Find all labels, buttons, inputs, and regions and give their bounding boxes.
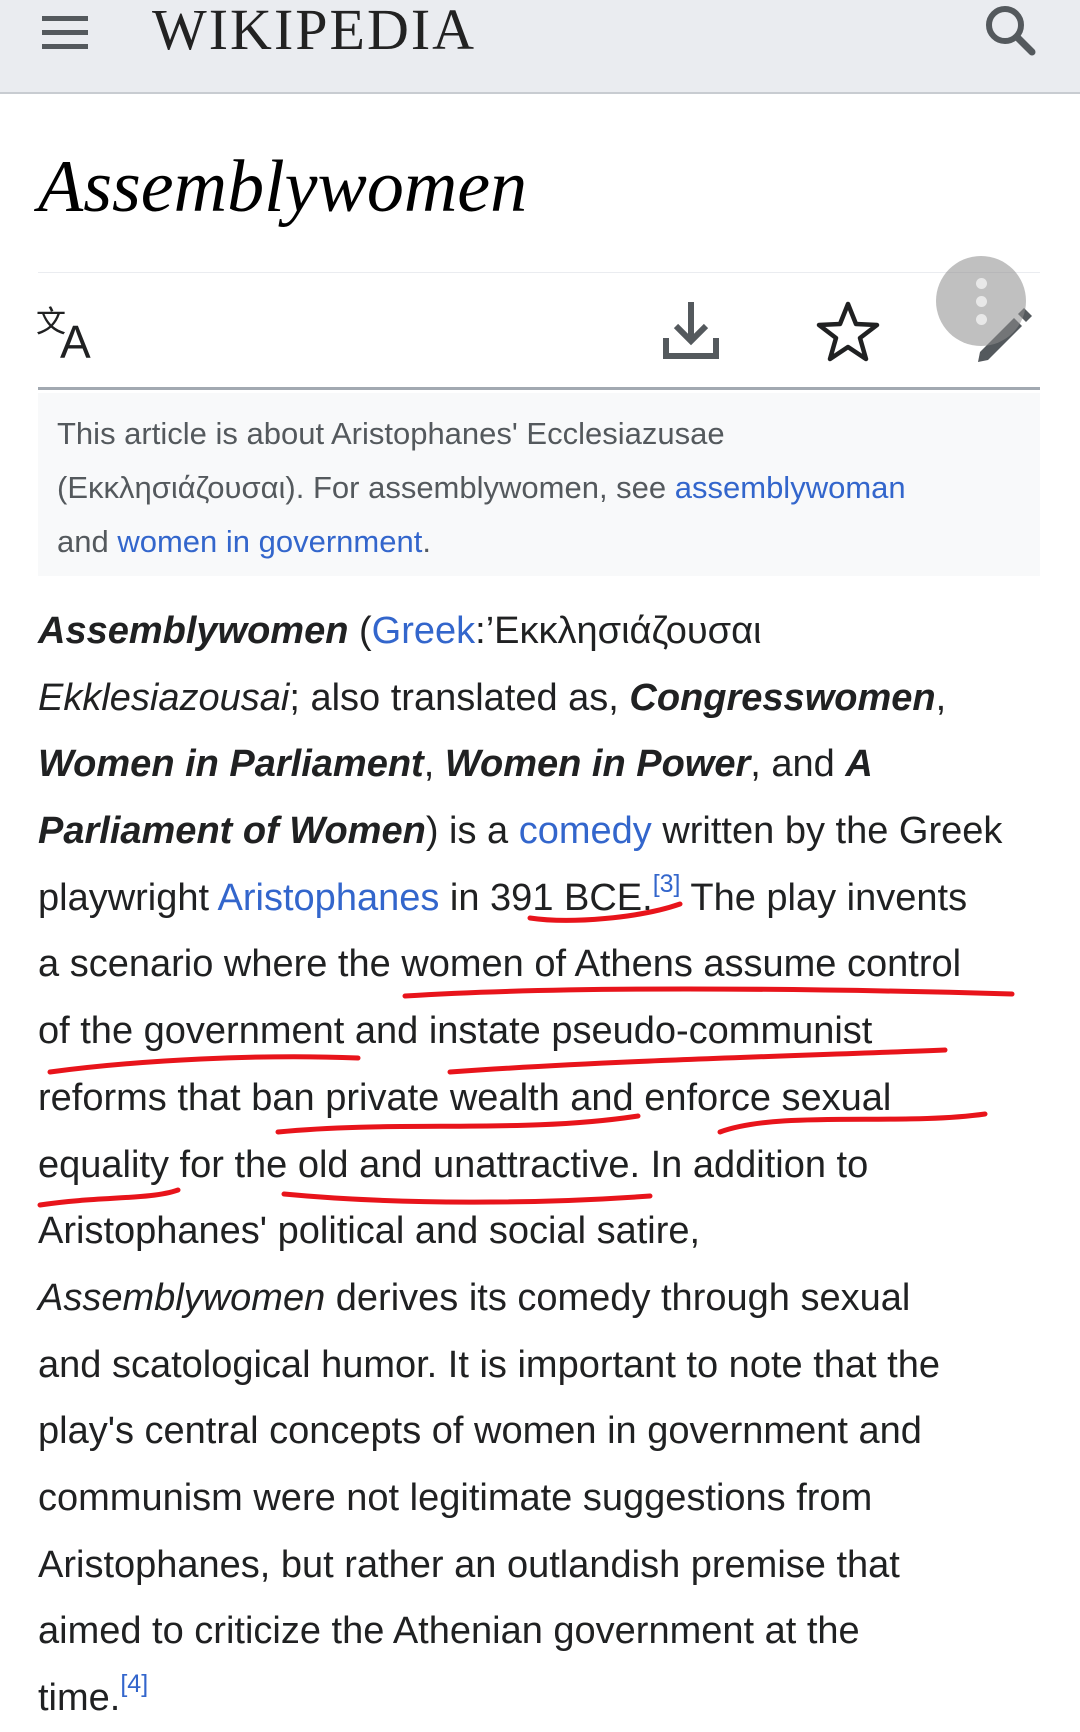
page-title: Assemblywomen (38, 146, 528, 228)
alt-title: Women in Parliament (38, 743, 424, 786)
paragraph-line: Aristophanes' political and social satir… (38, 1210, 701, 1253)
paragraph-line: reforms that ban private wealth and enfo… (38, 1076, 892, 1119)
paragraph-line: time.[4] (38, 1665, 1048, 1732)
paragraph-line: Parliament of Women) is a comedy written… (38, 798, 1048, 865)
paragraph-line: Assemblywomen derives its comedy through… (38, 1265, 1048, 1332)
download-icon[interactable] (660, 298, 722, 364)
wikipedia-wordmark[interactable]: WIKIPEDIA (152, 0, 476, 63)
paragraph-line: communism were not legitimate suggestion… (38, 1476, 873, 1519)
paragraph-line: a scenario where the women of Athens ass… (38, 943, 962, 986)
paragraph-line: Ekklesiazousai; also translated as, Cong… (38, 665, 1048, 732)
hatnote-line: This article is about Aristophanes' Eccl… (57, 416, 725, 451)
text: , and (750, 743, 846, 786)
article-subject: Assemblywomen (38, 610, 349, 652)
hatnote-text: and (57, 524, 118, 559)
text: ; also translated as, (289, 676, 630, 719)
paragraph-line: playwright Aristophanes in 391 BCE.[3] T… (38, 865, 1048, 932)
hamburger-menu-icon[interactable] (40, 10, 96, 54)
hatnote-text: (Εκκλησιάζουσαι). For assemblywomen, see (57, 470, 675, 505)
overflow-menu-button[interactable] (936, 256, 1026, 346)
text: Assemblywomen (38, 1276, 326, 1319)
actions-divider (38, 387, 1040, 390)
paragraph-line: aimed to criticize the Athenian governme… (38, 1610, 860, 1653)
article-body: Assemblywomen (Greek:’Εκκλησιάζουσαι Ekk… (38, 598, 1048, 1732)
text: The play invents (680, 876, 968, 919)
text: time. (38, 1677, 121, 1719)
link-assemblywoman[interactable]: assemblywoman (675, 470, 906, 505)
text: ) is a (425, 810, 519, 853)
paragraph-line: equality for the old and unattractive. I… (38, 1143, 869, 1186)
alt-title: Women in Power (444, 743, 751, 786)
paragraph-line: Aristophanes, but rather an outlandish p… (38, 1543, 900, 1586)
text: , (423, 743, 445, 786)
alt-title: A (845, 743, 873, 786)
link-comedy[interactable]: comedy (519, 810, 652, 852)
translate-icon[interactable]: 文 A (36, 300, 106, 368)
title-divider (38, 272, 1040, 273)
svg-text:A: A (60, 316, 91, 364)
hatnote-line: (Εκκλησιάζουσαι). For assemblywomen, see… (57, 461, 1022, 515)
text: :’Εκκλησιάζουσαι (475, 610, 762, 652)
hatnote-line: and women in government. (57, 515, 1022, 569)
star-icon[interactable] (816, 300, 880, 364)
link-aristophanes[interactable]: Aristophanes (218, 877, 440, 919)
text: ( (348, 610, 372, 652)
link-greek[interactable]: Greek (372, 610, 475, 652)
search-icon[interactable] (980, 0, 1040, 60)
text: playwright (38, 876, 218, 919)
text: written by the Greek (651, 810, 1003, 853)
paragraph-line: of the government and instate pseudo-com… (38, 1010, 873, 1053)
hatnote-text: . (422, 524, 431, 559)
paragraph-line: and scatological humor. It is important … (38, 1343, 940, 1386)
paragraph-line: play's central concepts of women in gove… (38, 1410, 922, 1453)
alt-title: Parliament of Women (38, 810, 426, 853)
paragraph-line: Assemblywomen (Greek:’Εκκλησιάζουσαι (38, 598, 1048, 665)
reference-3[interactable]: [3] (653, 870, 681, 898)
text: , (935, 676, 947, 719)
paragraph-line: Women in Parliament, Women in Power, and… (38, 731, 1048, 798)
text: in 391 BCE. (439, 876, 653, 919)
alt-title: Congresswomen (629, 676, 936, 719)
link-women-in-government[interactable]: women in government (117, 524, 422, 559)
hatnote: This article is about Aristophanes' Eccl… (38, 393, 1040, 576)
text: Ekklesiazousai (38, 676, 290, 719)
text: derives its comedy through sexual (325, 1276, 911, 1319)
top-bar: WIKIPEDIA (0, 0, 1080, 94)
reference-4[interactable]: [4] (120, 1670, 148, 1698)
